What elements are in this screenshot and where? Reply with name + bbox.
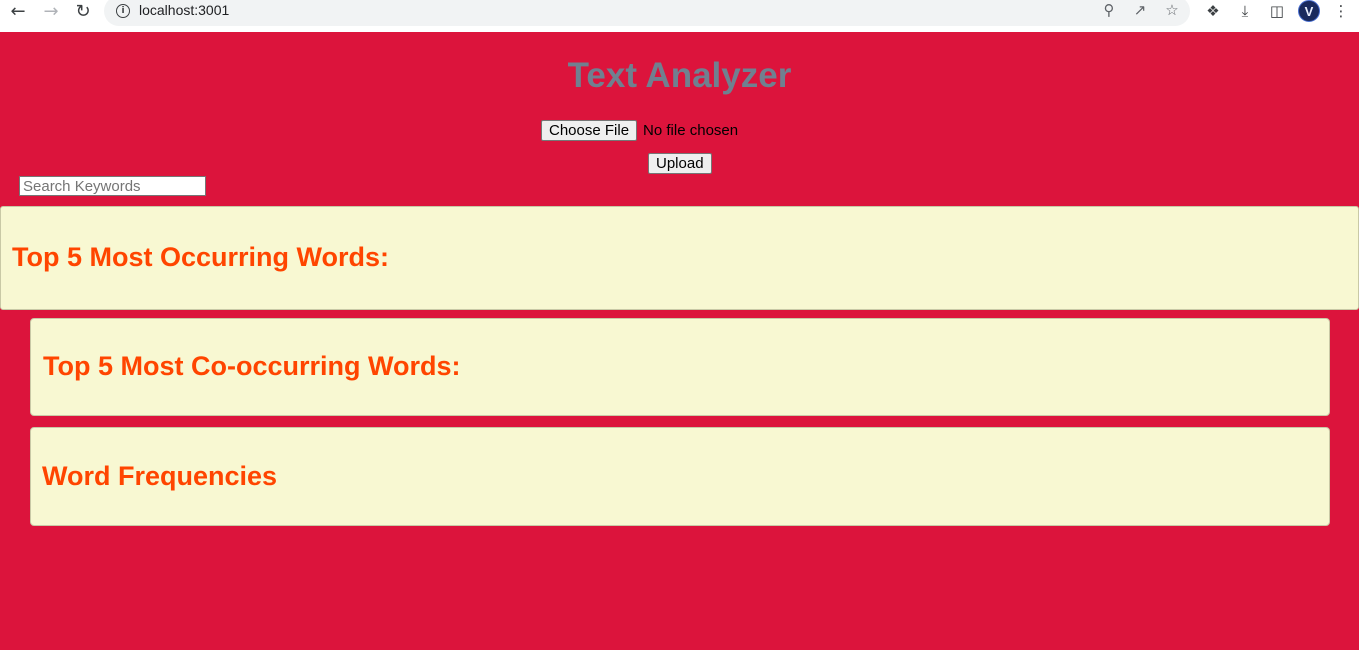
side-panel-icon[interactable]: ◫ xyxy=(1266,0,1288,22)
search-keywords-input[interactable] xyxy=(19,176,206,196)
profile-avatar[interactable]: V xyxy=(1298,0,1320,22)
upload-button[interactable]: Upload xyxy=(648,153,712,174)
download-icon[interactable]: ⤓ xyxy=(1234,0,1256,22)
menu-kebab-icon[interactable]: ⋮ xyxy=(1330,0,1352,22)
bookmark-star-icon[interactable]: ☆ xyxy=(1162,0,1182,20)
word-frequencies-panel: Word Frequencies xyxy=(30,427,1330,526)
top-words-panel: Top 5 Most Occurring Words: xyxy=(0,206,1359,310)
word-frequencies-heading: Word Frequencies xyxy=(42,461,278,491)
zoom-icon[interactable]: ⚲ xyxy=(1099,0,1119,20)
co-occurring-heading: Top 5 Most Co-occurring Words: xyxy=(43,351,461,381)
address-bar[interactable]: i localhost:3001 ⚲ ↗ ☆ xyxy=(104,0,1190,26)
page-title: Text Analyzer xyxy=(567,56,792,95)
back-icon[interactable]: ← xyxy=(6,0,30,22)
extensions-icon[interactable]: ❖ xyxy=(1202,0,1224,22)
page-body: Text Analyzer Choose File No file chosen… xyxy=(0,32,1359,650)
file-input[interactable]: Choose File No file chosen xyxy=(541,120,738,141)
top-words-heading: Top 5 Most Occurring Words: xyxy=(12,242,390,272)
co-occurring-panel: Top 5 Most Co-occurring Words: xyxy=(30,318,1330,416)
share-icon[interactable]: ↗ xyxy=(1130,0,1150,20)
site-info-icon[interactable]: i xyxy=(116,4,130,18)
reload-icon[interactable]: ↻ xyxy=(71,0,95,22)
choose-file-button[interactable]: Choose File xyxy=(541,120,638,141)
forward-icon[interactable]: → xyxy=(39,0,63,22)
url-text[interactable]: localhost:3001 xyxy=(139,2,229,18)
file-status-text: No file chosen xyxy=(643,122,739,139)
browser-toolbar: ← → ↻ i localhost:3001 ⚲ ↗ ☆ ❖ ⤓ ◫ V ⋮ xyxy=(0,0,1359,32)
